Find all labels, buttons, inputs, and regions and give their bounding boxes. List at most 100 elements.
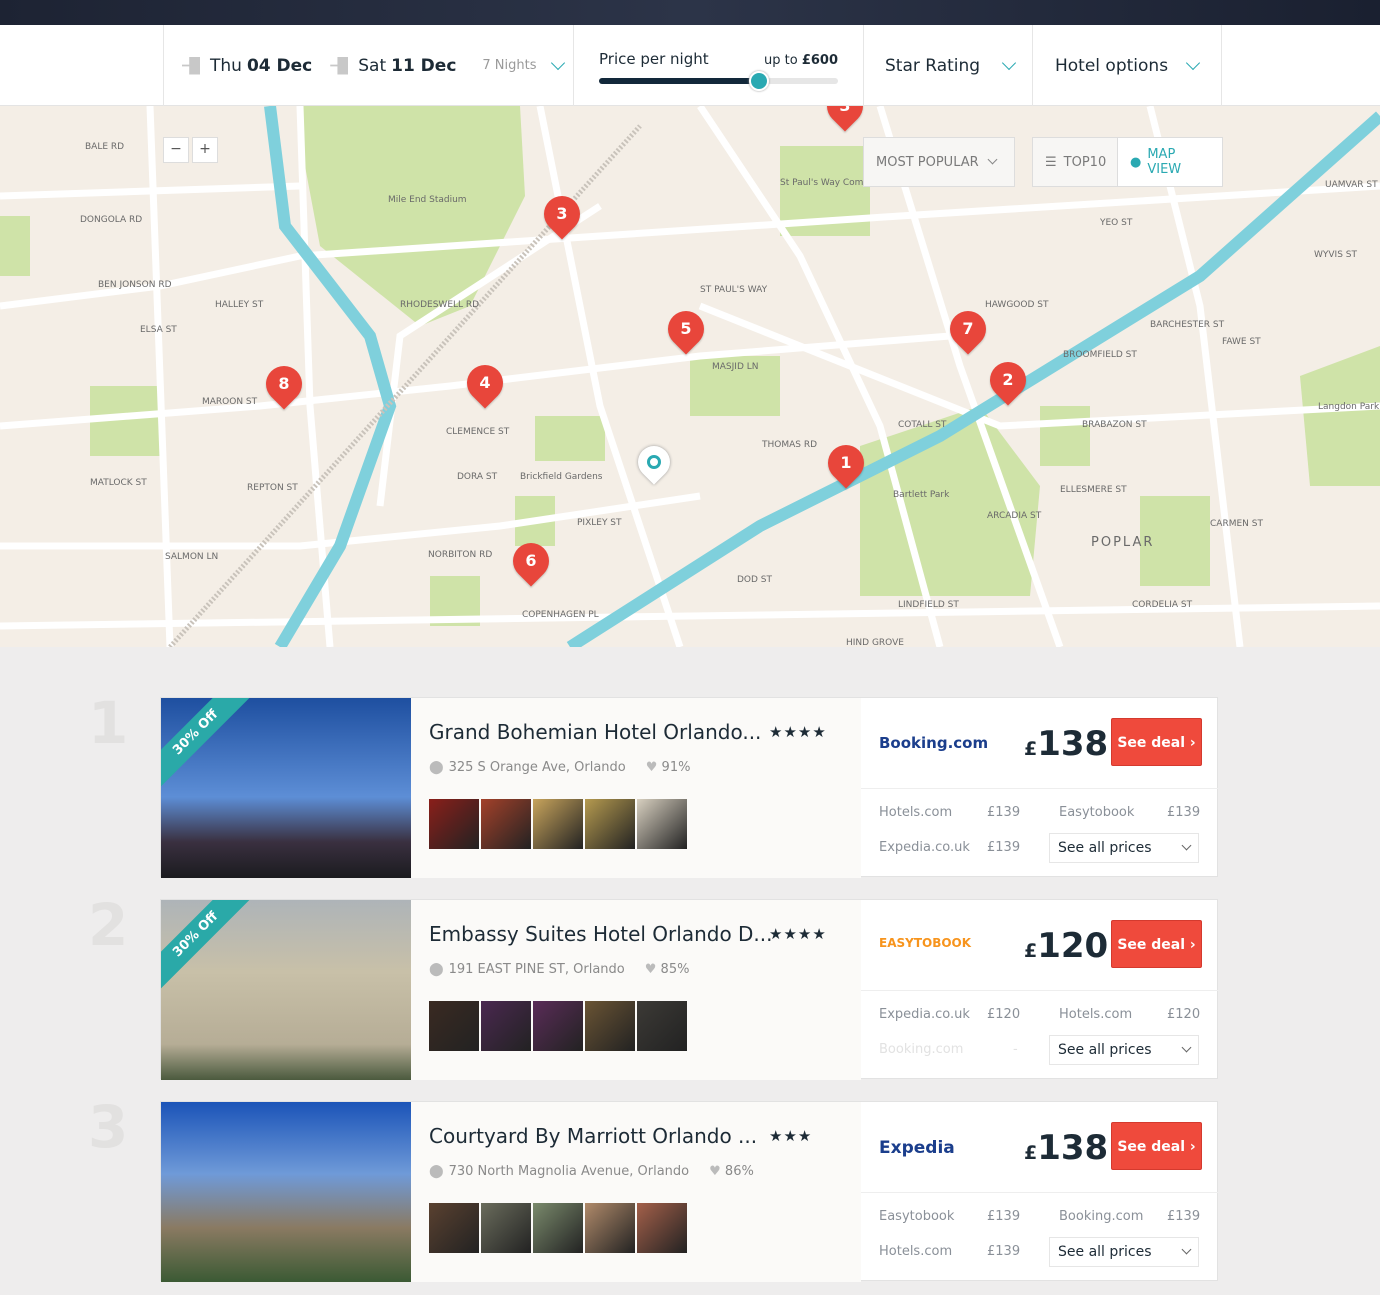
- hotel-map-pin[interactable]: 8: [258, 358, 310, 410]
- price-max-prefix: up to: [763, 53, 798, 68]
- hotel-name[interactable]: Grand Bohemian Hotel Orlando...: [429, 720, 764, 744]
- provider-name[interactable]: Easytobook: [879, 1209, 954, 1224]
- hotel-name[interactable]: Courtyard By Marriott Orlando ...: [429, 1124, 764, 1148]
- hotel-options-dropdown[interactable]: Hotel options: [1032, 25, 1222, 106]
- provider-price: £139: [987, 805, 1021, 820]
- thumbnail[interactable]: [533, 799, 583, 849]
- provider-name[interactable]: Expedia.co.uk: [879, 1007, 970, 1022]
- checkout-date: 11 Dec: [391, 55, 457, 76]
- nights-count: 7 Nights: [482, 58, 537, 73]
- map-label: HALLEY ST: [215, 300, 264, 310]
- thumbnail[interactable]: [481, 799, 531, 849]
- thumbnail[interactable]: [585, 1203, 635, 1253]
- provider-name[interactable]: Hotels.com: [879, 1244, 952, 1259]
- hotel-map-pin[interactable]: 2: [982, 354, 1034, 406]
- hotel-photo[interactable]: 30% Off: [161, 900, 411, 1080]
- star-rating: ★★★: [769, 1127, 813, 1145]
- thumbnail[interactable]: [585, 1001, 635, 1051]
- star-rating-dropdown[interactable]: Star Rating: [863, 25, 1032, 106]
- pin-number: 8: [278, 374, 290, 393]
- map-label: COPENHAGEN PL: [522, 610, 599, 620]
- thumbnail[interactable]: [429, 1001, 479, 1051]
- pin-number: 6: [525, 551, 537, 570]
- top10-label: TOP10: [1063, 154, 1107, 170]
- price-slider-handle[interactable]: [749, 71, 770, 91]
- provider-logo: Expedia: [879, 1138, 955, 1158]
- map-label: COTALL ST: [898, 420, 947, 430]
- see-deal-label: See deal: [1117, 735, 1186, 751]
- see-deal-button[interactable]: See deal ›: [1111, 920, 1202, 968]
- date-picker[interactable]: Thu 04 Dec Sat 11 Dec 7 Nights: [163, 25, 573, 106]
- price-max: £600: [801, 53, 838, 68]
- hotel-map-pin[interactable]: 7: [942, 303, 994, 355]
- map-label: ELSA ST: [140, 325, 177, 335]
- hotel-options-label: Hotel options: [1055, 55, 1169, 76]
- map-label: REPTON ST: [247, 483, 298, 493]
- thumbnail[interactable]: [429, 799, 479, 849]
- checkout-day: Sat: [358, 55, 387, 76]
- price-slider[interactable]: [599, 71, 838, 91]
- hotel-map-pin[interactable]: 5: [660, 303, 712, 355]
- map-label: YEO ST: [1100, 218, 1133, 228]
- map[interactable]: BALE RD DONGOLA RD BEN JONSON RD HALLEY ST E…: [0, 106, 1380, 647]
- see-deal-label: See deal: [1117, 937, 1186, 953]
- see-deal-button[interactable]: See deal ›: [1111, 1122, 1202, 1170]
- provider-name[interactable]: Easytobook: [1059, 805, 1134, 820]
- hotel-name[interactable]: Embassy Suites Hotel Orlando D...: [429, 922, 773, 946]
- provider-name[interactable]: Hotels.com: [1059, 1007, 1132, 1022]
- map-label: SALMON LN: [165, 552, 219, 562]
- checkin-date: 04 Dec: [246, 55, 313, 76]
- see-all-prices-dropdown[interactable]: See all prices: [1049, 833, 1199, 863]
- checkout-icon: [330, 56, 349, 75]
- provider-price: £139: [987, 1244, 1021, 1259]
- rank-number: 2: [88, 891, 129, 959]
- sort-dropdown[interactable]: MOST POPULAR: [863, 137, 1015, 187]
- map-label: THOMAS RD: [762, 440, 818, 450]
- location-icon: ⬤: [429, 1164, 444, 1179]
- map-view-button[interactable]: ● MAP VIEW: [1117, 137, 1223, 187]
- map-label: BARCHESTER ST: [1150, 320, 1225, 330]
- hotel-photo[interactable]: [161, 1102, 411, 1282]
- thumbnail[interactable]: [481, 1001, 531, 1051]
- map-label: ELLESMERE ST: [1060, 485, 1127, 495]
- map-label: RHODESWELL RD: [400, 300, 480, 310]
- see-all-prices-dropdown[interactable]: See all prices: [1049, 1237, 1199, 1267]
- zoom-out-button[interactable]: −: [163, 137, 189, 163]
- heart-icon: ♥: [645, 760, 658, 775]
- chevron-down-icon: [1181, 1042, 1192, 1052]
- see-all-prices-dropdown[interactable]: See all prices: [1049, 1035, 1199, 1065]
- hotel-info: Embassy Suites Hotel Orlando D... ★★★★ ⬤…: [411, 900, 861, 1080]
- thumbnail[interactable]: [481, 1203, 531, 1253]
- thumbnail[interactable]: [637, 799, 687, 849]
- see-deal-label: See deal: [1117, 1139, 1186, 1155]
- hotel-map-pin[interactable]: 3: [536, 188, 588, 240]
- thumbnail[interactable]: [637, 1001, 687, 1051]
- hotel-map-pin[interactable]: 1: [820, 437, 872, 489]
- provider-price: -: [1013, 1042, 1018, 1057]
- hotel-map-pin[interactable]: 6: [505, 535, 557, 587]
- thumbnail[interactable]: [533, 1203, 583, 1253]
- thumbnail[interactable]: [637, 1203, 687, 1253]
- map-label: HIND GROVE: [846, 638, 904, 647]
- hotel-photo[interactable]: 30% Off: [161, 698, 411, 878]
- see-deal-button[interactable]: See deal ›: [1111, 718, 1202, 766]
- thumbnail[interactable]: [429, 1203, 479, 1253]
- map-label: BEN JONSON RD: [98, 280, 172, 290]
- top10-button[interactable]: ☰ TOP10: [1032, 137, 1118, 187]
- zoom-in-button[interactable]: +: [192, 137, 218, 163]
- map-label: UAMVAR ST: [1325, 180, 1378, 190]
- list-icon: ☰: [1045, 154, 1057, 170]
- map-label: Mile End Stadium: [388, 195, 467, 205]
- chevron-down-icon: [1181, 840, 1192, 850]
- thumbnail[interactable]: [585, 799, 635, 849]
- map-label: Brickfield Gardens: [520, 472, 603, 482]
- map-label: BALE RD: [85, 142, 125, 152]
- pin-number: 3: [556, 204, 568, 223]
- provider-name[interactable]: Expedia.co.uk: [879, 840, 970, 855]
- thumbnail[interactable]: [533, 1001, 583, 1051]
- provider-name[interactable]: Hotels.com: [879, 805, 952, 820]
- hotel-map-pin[interactable]: 4: [459, 357, 511, 409]
- provider-name[interactable]: Booking.com: [1059, 1209, 1143, 1224]
- map-label: CORDELIA ST: [1132, 600, 1193, 610]
- provider-name[interactable]: Booking.com: [879, 1042, 963, 1057]
